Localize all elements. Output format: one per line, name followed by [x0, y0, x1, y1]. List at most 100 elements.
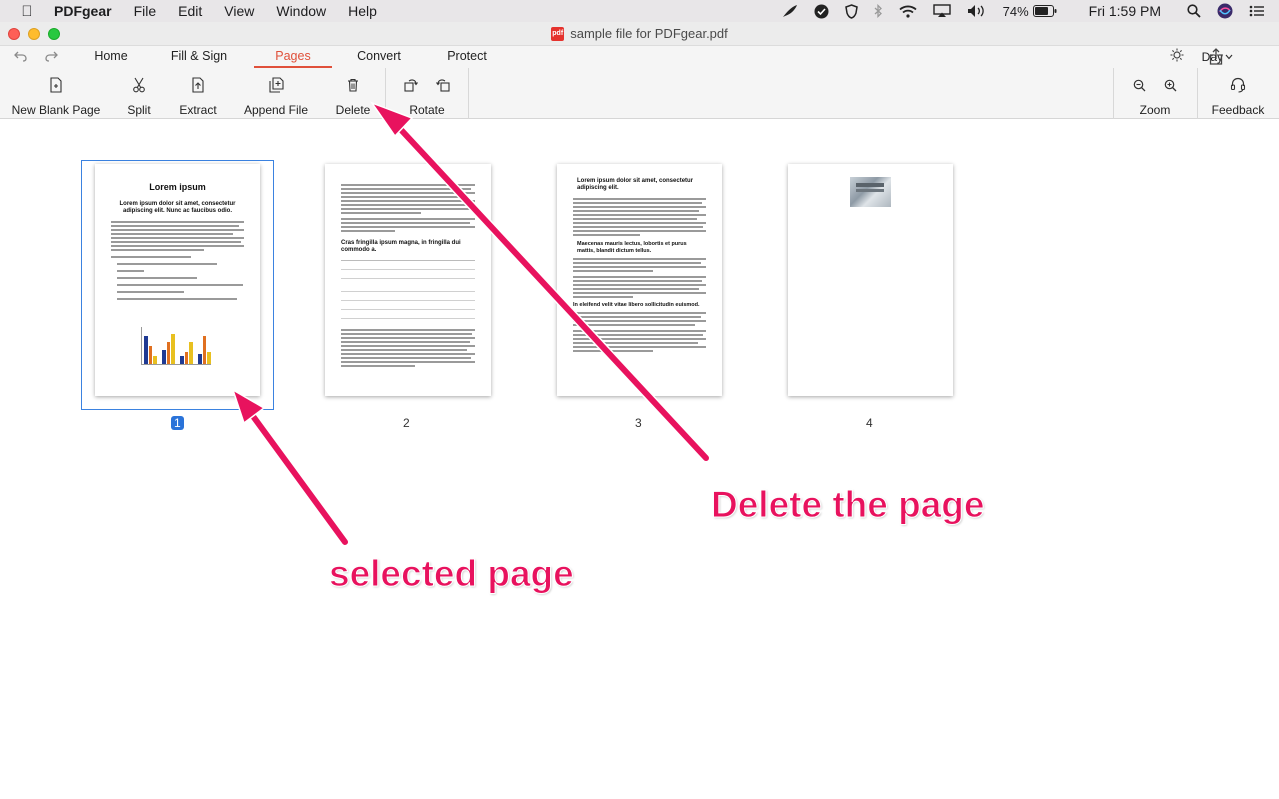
- battery-percent: 74%: [1002, 3, 1029, 19]
- theme-sun-icon[interactable]: [1170, 48, 1184, 65]
- zoom-icons: [1133, 73, 1177, 97]
- menu-app-name[interactable]: PDFgear: [54, 3, 112, 19]
- feedback-label: Feedback: [1211, 103, 1265, 117]
- page-2-table: [341, 260, 475, 319]
- split-button[interactable]: Split: [118, 68, 160, 119]
- append-file-icon: [268, 73, 284, 97]
- page-1-mini-chart: [141, 327, 212, 365]
- page-thumbnail-1[interactable]: Lorem ipsum Lorem ipsum dolor sit amet, …: [95, 164, 260, 396]
- zoom-group: Zoom: [1122, 68, 1188, 119]
- pages-toolbar: New Blank Page Split Extract Append File…: [0, 68, 1279, 119]
- extract-label: Extract: [179, 103, 217, 117]
- page-thumbnail-2[interactable]: Cras fringilla ipsum magna, in fringilla…: [325, 164, 491, 396]
- undo-icon[interactable]: [14, 49, 27, 65]
- rotate-icons: [404, 73, 450, 97]
- append-file-button[interactable]: Append File: [240, 68, 312, 119]
- chevron-down-icon: [1225, 54, 1233, 59]
- page-3-heading: Lorem ipsum dolor sit amet, consectetur …: [577, 178, 694, 191]
- tab-convert[interactable]: Convert: [332, 46, 426, 68]
- pdf-file-icon: pdf: [551, 26, 565, 41]
- feather-icon[interactable]: [782, 4, 798, 18]
- zoom-out-icon[interactable]: [1133, 79, 1146, 92]
- page-number-3[interactable]: 3: [635, 416, 642, 430]
- new-page-icon: [49, 73, 63, 97]
- delete-button[interactable]: Delete: [332, 68, 374, 119]
- text-lines: [573, 258, 706, 298]
- text-lines: [573, 311, 706, 352]
- tab-fill-sign[interactable]: Fill & Sign: [144, 46, 254, 68]
- menu-file[interactable]: File: [134, 3, 157, 19]
- tabrow-right-controls: Day: [1170, 48, 1233, 65]
- page-number-1[interactable]: 1: [171, 416, 184, 430]
- zoom-label: Zoom: [1139, 103, 1171, 117]
- trash-icon: [347, 73, 359, 97]
- append-file-label: Append File: [243, 103, 309, 117]
- page-number-4[interactable]: 4: [866, 416, 873, 430]
- page-3-content: Lorem ipsum dolor sit amet, consectetur …: [557, 164, 722, 354]
- checkmark-shield-icon[interactable]: [814, 4, 829, 19]
- window-title-bar: pdf sample file for PDFgear.pdf: [0, 22, 1279, 46]
- zoom-in-icon[interactable]: [1164, 79, 1177, 92]
- split-label: Split: [127, 103, 151, 117]
- extract-page-icon: [191, 73, 205, 97]
- minimize-window-button[interactable]: [28, 28, 40, 40]
- spotlight-search-icon[interactable]: [1187, 4, 1201, 18]
- headset-icon: [1230, 73, 1246, 97]
- ribbon-tabs: Home Fill & Sign Pages Convert Protect: [78, 46, 508, 68]
- text-lines: [341, 184, 475, 232]
- ribbon-tab-row: Home Fill & Sign Pages Convert Protect D…: [0, 46, 1279, 68]
- page-thumbnail-3[interactable]: Lorem ipsum dolor sit amet, consectetur …: [557, 164, 722, 396]
- page-1-heading: Lorem ipsum: [149, 182, 206, 192]
- toolbar-divider: [1113, 68, 1114, 119]
- feedback-button[interactable]: Feedback: [1206, 68, 1270, 119]
- page-4-image: [850, 177, 891, 207]
- extract-button[interactable]: Extract: [174, 68, 222, 119]
- clock[interactable]: Fri 1:59 PM: [1089, 3, 1161, 19]
- battery-icon[interactable]: [1032, 5, 1057, 17]
- apple-menu-icon[interactable]: : [18, 3, 36, 20]
- menu-help[interactable]: Help: [348, 3, 377, 19]
- bluetooth-icon[interactable]: [874, 4, 883, 18]
- window-title-text: sample file for PDFgear.pdf: [570, 26, 728, 41]
- text-lines: [341, 329, 475, 367]
- menu-window[interactable]: Window: [276, 3, 326, 19]
- tab-pages[interactable]: Pages: [254, 46, 332, 68]
- page-thumbnail-4[interactable]: [788, 164, 953, 396]
- rotate-group: Rotate: [396, 68, 458, 119]
- tab-protect[interactable]: Protect: [426, 46, 508, 68]
- shield-icon[interactable]: [844, 3, 858, 19]
- selected-annotation-label: selected page: [329, 553, 575, 595]
- page-3-subheading: Maecenas mauris lectus, lobortis et puru…: [577, 241, 687, 254]
- airplay-icon[interactable]: [932, 4, 951, 18]
- status-menus: 74% Fri 1:59 PM: [774, 0, 1279, 22]
- page-2-heading: Cras fringilla ipsum magna, in fringilla…: [341, 240, 461, 253]
- page-thumbnail-grid: Lorem ipsum Lorem ipsum dolor sit amet, …: [0, 120, 1279, 799]
- toolbar-divider: [385, 68, 386, 119]
- toolbar-divider: [1197, 68, 1198, 119]
- tab-home[interactable]: Home: [78, 46, 144, 68]
- rotate-right-icon[interactable]: [436, 78, 450, 92]
- menu-view[interactable]: View: [224, 3, 254, 19]
- rotate-label: Rotate: [409, 103, 445, 117]
- window-title: pdf sample file for PDFgear.pdf: [551, 26, 728, 41]
- undo-redo-group: [14, 49, 76, 65]
- page-2-content: Cras fringilla ipsum magna, in fringilla…: [325, 164, 491, 369]
- menu-bar:  PDFgear File Edit View Window Help 74%: [0, 0, 1279, 22]
- redo-icon[interactable]: [45, 49, 58, 65]
- page-number-2[interactable]: 2: [403, 416, 410, 430]
- toolbar-divider: [468, 68, 469, 119]
- page-1-content: Lorem ipsum Lorem ipsum dolor sit amet, …: [95, 164, 260, 302]
- scissors-icon: [133, 73, 145, 97]
- wifi-icon[interactable]: [899, 5, 917, 18]
- zoom-window-button[interactable]: [48, 28, 60, 40]
- window-controls: [8, 28, 68, 40]
- new-blank-page-button[interactable]: New Blank Page: [8, 68, 104, 119]
- delete-label: Delete: [335, 103, 371, 117]
- siri-icon[interactable]: [1217, 3, 1233, 19]
- close-window-button[interactable]: [8, 28, 20, 40]
- rotate-left-icon[interactable]: [404, 78, 418, 92]
- menu-edit[interactable]: Edit: [178, 3, 202, 19]
- volume-icon[interactable]: [967, 4, 987, 18]
- control-center-icon[interactable]: [1249, 5, 1265, 17]
- share-button[interactable]: [1209, 48, 1223, 68]
